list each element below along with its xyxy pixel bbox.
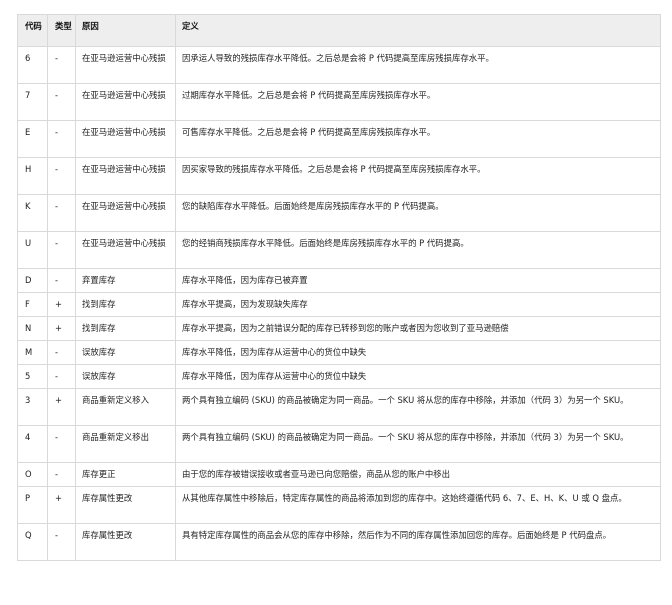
- cell-reason: 在亚马逊运营中心残损: [75, 83, 176, 121]
- cell-code: U: [17, 231, 48, 269]
- cell-code: 5: [17, 364, 48, 389]
- table-row: U - 在亚马逊运营中心残损 您的经销商残损库存水平降低。后面始终是库房残损库存…: [17, 231, 661, 269]
- table-row: Q - 库存属性更改 具有特定库存属性的商品会从您的库存中移除，然后作为不同的库…: [17, 523, 661, 561]
- cell-type: +: [47, 486, 76, 524]
- cell-reason: 找到库存: [75, 316, 176, 341]
- cell-code: 4: [17, 425, 48, 463]
- cell-type: -: [47, 364, 76, 389]
- cell-reason: 在亚马逊运营中心残损: [75, 157, 176, 195]
- header-reason: 原因: [75, 14, 176, 47]
- cell-type: -: [47, 194, 76, 232]
- cell-type: -: [47, 268, 76, 293]
- table-row: 5 - 误放库存 库存水平降低，因为库存从运营中心的货位中缺失: [17, 364, 661, 389]
- header-type: 类型: [47, 14, 76, 47]
- cell-code: H: [17, 157, 48, 195]
- cell-reason: 弃置库存: [75, 268, 176, 293]
- cell-definition: 从其他库存属性中移除后，特定库存属性的商品将添加到您的库存中。这始终遵循代码 6…: [175, 486, 661, 524]
- cell-definition: 两个具有独立编码 (SKU) 的商品被确定为同一商品。一个 SKU 将从您的库存…: [175, 388, 661, 426]
- cell-type: -: [47, 120, 76, 158]
- cell-type: -: [47, 46, 76, 84]
- cell-definition: 可售库存水平降低。之后总是会将 P 代码提高至库房残损库存水平。: [175, 120, 661, 158]
- table-row: M - 误放库存 库存水平降低，因为库存从运营中心的货位中缺失: [17, 340, 661, 365]
- cell-definition: 您的缺陷库存水平降低。后面始终是库房残损库存水平的 P 代码提高。: [175, 194, 661, 232]
- cell-definition: 库存水平提高，因为发现缺失库存: [175, 292, 661, 317]
- table-row: D - 弃置库存 库存水平降低，因为库存已被弃置: [17, 268, 661, 293]
- table-row: H - 在亚马逊运营中心残损 因买家导致的残损库存水平降低。之后总是会将 P 代…: [17, 157, 661, 195]
- cell-type: -: [47, 83, 76, 121]
- table-row: 6 - 在亚马逊运营中心残损 因承运人导致的残损库存水平降低。之后总是会将 P …: [17, 46, 661, 84]
- cell-type: -: [47, 231, 76, 269]
- cell-reason: 找到库存: [75, 292, 176, 317]
- cell-code: M: [17, 340, 48, 365]
- cell-code: F: [17, 292, 48, 317]
- cell-reason: 在亚马逊运营中心残损: [75, 231, 176, 269]
- header-definition: 定义: [175, 14, 661, 47]
- header-code: 代码: [17, 14, 48, 47]
- cell-reason: 误放库存: [75, 340, 176, 365]
- cell-code: 7: [17, 83, 48, 121]
- cell-code: N: [17, 316, 48, 341]
- cell-definition: 库存水平降低，因为库存从运营中心的货位中缺失: [175, 340, 661, 365]
- table-row: 4 - 商品重新定义移出 两个具有独立编码 (SKU) 的商品被确定为同一商品。…: [17, 425, 661, 463]
- cell-definition: 由于您的库存被错误接收或者亚马逊已向您赔偿，商品从您的账户中移出: [175, 462, 661, 487]
- cell-definition: 两个具有独立编码 (SKU) 的商品被确定为同一商品。一个 SKU 将从您的库存…: [175, 425, 661, 463]
- cell-reason: 在亚马逊运营中心残损: [75, 46, 176, 84]
- cell-reason: 库存属性更改: [75, 523, 176, 561]
- cell-type: -: [47, 523, 76, 561]
- cell-definition: 因承运人导致的残损库存水平降低。之后总是会将 P 代码提高至库房残损库存水平。: [175, 46, 661, 84]
- cell-reason: 库存属性更改: [75, 486, 176, 524]
- cell-reason: 在亚马逊运营中心残损: [75, 120, 176, 158]
- table-row: E - 在亚马逊运营中心残损 可售库存水平降低。之后总是会将 P 代码提高至库房…: [17, 120, 661, 158]
- cell-type: +: [47, 388, 76, 426]
- table-header-row: 代码 类型 原因 定义: [17, 14, 661, 47]
- cell-definition: 库存水平降低，因为库存已被弃置: [175, 268, 661, 293]
- cell-reason: 库存更正: [75, 462, 176, 487]
- table-row: K - 在亚马逊运营中心残损 您的缺陷库存水平降低。后面始终是库房残损库存水平的…: [17, 194, 661, 232]
- cell-reason: 在亚马逊运营中心残损: [75, 194, 176, 232]
- reason-code-table-container: 代码 类型 原因 定义 6 - 在亚马逊运营中心残损 因承运人导致的残损库存水平…: [17, 14, 661, 561]
- cell-code: Q: [17, 523, 48, 561]
- cell-definition: 过期库存水平降低。之后总是会将 P 代码提高至库房残损库存水平。: [175, 83, 661, 121]
- cell-definition: 库存水平降低，因为库存从运营中心的货位中缺失: [175, 364, 661, 389]
- cell-reason: 误放库存: [75, 364, 176, 389]
- cell-definition: 具有特定库存属性的商品会从您的库存中移除，然后作为不同的库存属性添加回您的库存。…: [175, 523, 661, 561]
- reason-code-table: 代码 类型 原因 定义 6 - 在亚马逊运营中心残损 因承运人导致的残损库存水平…: [17, 14, 661, 561]
- cell-reason: 商品重新定义移入: [75, 388, 176, 426]
- cell-type: -: [47, 157, 76, 195]
- cell-code: K: [17, 194, 48, 232]
- table-row: N + 找到库存 库存水平提高，因为之前错误分配的库存已转移到您的账户或者因为您…: [17, 316, 661, 341]
- cell-reason: 商品重新定义移出: [75, 425, 176, 463]
- cell-code: 6: [17, 46, 48, 84]
- cell-code: O: [17, 462, 48, 487]
- cell-definition: 您的经销商残损库存水平降低。后面始终是库房残损库存水平的 P 代码提高。: [175, 231, 661, 269]
- cell-code: D: [17, 268, 48, 293]
- table-row: P + 库存属性更改 从其他库存属性中移除后，特定库存属性的商品将添加到您的库存…: [17, 486, 661, 524]
- cell-type: -: [47, 462, 76, 487]
- cell-code: P: [17, 486, 48, 524]
- table-row: 7 - 在亚马逊运营中心残损 过期库存水平降低。之后总是会将 P 代码提高至库房…: [17, 83, 661, 121]
- cell-definition: 因买家导致的残损库存水平降低。之后总是会将 P 代码提高至库房残损库存水平。: [175, 157, 661, 195]
- cell-code: E: [17, 120, 48, 158]
- table-row: O - 库存更正 由于您的库存被错误接收或者亚马逊已向您赔偿，商品从您的账户中移…: [17, 462, 661, 487]
- cell-definition: 库存水平提高，因为之前错误分配的库存已转移到您的账户或者因为您收到了亚马逊赔偿: [175, 316, 661, 341]
- table-row: 3 + 商品重新定义移入 两个具有独立编码 (SKU) 的商品被确定为同一商品。…: [17, 388, 661, 426]
- cell-type: -: [47, 425, 76, 463]
- table-row: F + 找到库存 库存水平提高，因为发现缺失库存: [17, 292, 661, 317]
- cell-code: 3: [17, 388, 48, 426]
- cell-type: +: [47, 292, 76, 317]
- cell-type: +: [47, 316, 76, 341]
- cell-type: -: [47, 340, 76, 365]
